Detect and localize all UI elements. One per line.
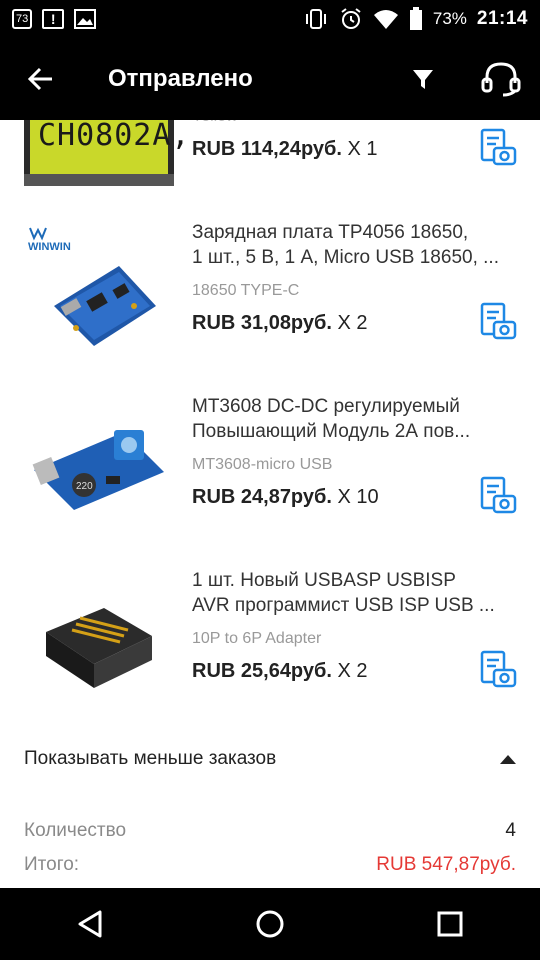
item-title-line: AVR программист USB ISP USB ... bbox=[192, 595, 495, 616]
item-price: RUB 25,64руб. bbox=[192, 660, 332, 682]
back-button[interactable] bbox=[0, 38, 80, 120]
add-photo-review-button[interactable] bbox=[478, 476, 518, 516]
item-title-line: 1 шт. Новый USBASP USBISP bbox=[192, 570, 456, 591]
product-image bbox=[24, 564, 174, 714]
total-value: RUB 547,87руб. bbox=[376, 854, 516, 875]
arrow-left-icon bbox=[27, 67, 52, 91]
circle-home-icon bbox=[256, 910, 284, 938]
app-toolbar: Отправлено bbox=[0, 38, 540, 120]
item-title: MT3608 DC-DC регулируемый Повышающий Мод… bbox=[192, 394, 517, 444]
item-variant: Yellow bbox=[192, 120, 238, 126]
item-title-line: 1 шт., 5 В, 1 А, Micro USB 18650, ... bbox=[192, 247, 499, 268]
quantity-row: Количество 4 bbox=[24, 820, 516, 842]
product-image: 220 bbox=[24, 390, 174, 540]
item-qty: X 2 bbox=[331, 312, 368, 334]
square-recents-icon bbox=[437, 911, 463, 937]
clock: 21:14 bbox=[476, 8, 528, 29]
item-variant: MT3608-micro USB bbox=[192, 456, 333, 473]
add-photo-review-button[interactable] bbox=[478, 128, 518, 168]
notification-count-icon: 73 bbox=[12, 9, 33, 29]
item-variant: 10P to 6P Adapter bbox=[192, 630, 322, 647]
order-content: CH0802A, Yellow RUB 114,24руб. X 1 WINWI… bbox=[0, 120, 540, 888]
lcd-text: CH0802A, bbox=[38, 120, 191, 153]
item-price-row: RUB 114,24руб. X 1 bbox=[192, 138, 378, 161]
quantity-value: 4 bbox=[505, 820, 516, 841]
item-title: 1 шт. Новый USBASP USBISP AVR программис… bbox=[192, 568, 517, 618]
item-title-line: MT3608 DC-DC регулируемый bbox=[192, 396, 460, 417]
wifi-icon bbox=[373, 10, 398, 29]
item-price-row: RUB 31,08руб. X 2 bbox=[192, 312, 368, 335]
item-variant: 18650 TYPE-C bbox=[192, 282, 300, 299]
product-image: CH0802A, bbox=[24, 120, 190, 186]
quantity-label: Количество bbox=[24, 820, 127, 841]
photo-review-icon bbox=[480, 128, 517, 166]
item-price-row: RUB 24,87руб. X 10 bbox=[192, 486, 379, 509]
item-title-line: Зарядная плата TP4056 18650, bbox=[192, 222, 469, 243]
order-item[interactable]: 1 шт. Новый USBASP USBISP AVR программис… bbox=[0, 564, 540, 738]
item-qty: X 2 bbox=[331, 660, 368, 682]
show-fewer-orders-toggle[interactable]: Показывать меньше заказов bbox=[24, 744, 516, 774]
page-title: Отправлено bbox=[108, 65, 253, 92]
triangle-back-icon bbox=[78, 910, 102, 938]
filter-button[interactable] bbox=[384, 38, 462, 120]
order-item[interactable]: 220 MT3608 DC-DC регулируемый Повышающий… bbox=[0, 390, 540, 564]
total-label: Итого: bbox=[24, 854, 80, 875]
item-title-line: Повышающий Модуль 2А пов... bbox=[192, 421, 471, 442]
alarm-icon bbox=[341, 8, 361, 29]
battery-icon bbox=[409, 7, 422, 30]
alert-notification-icon: ! bbox=[42, 9, 65, 29]
photo-review-icon bbox=[480, 476, 517, 514]
nav-recents-button[interactable] bbox=[410, 888, 490, 960]
product-image: WINWIN bbox=[24, 216, 174, 366]
add-photo-review-button[interactable] bbox=[478, 650, 518, 690]
nav-home-button[interactable] bbox=[230, 888, 310, 960]
headset-icon bbox=[481, 62, 521, 97]
item-qty: X 10 bbox=[331, 486, 379, 508]
system-nav-bar bbox=[0, 888, 540, 960]
item-price-row: RUB 25,64руб. X 2 bbox=[192, 660, 368, 683]
image-notification-icon bbox=[74, 9, 97, 29]
nav-back-button[interactable] bbox=[50, 888, 130, 960]
status-bar: 73 ! 73% 21:14 bbox=[0, 0, 540, 38]
caret-up-icon bbox=[500, 754, 516, 764]
item-price: RUB 31,08руб. bbox=[192, 312, 332, 334]
item-price: RUB 24,87руб. bbox=[192, 486, 332, 508]
support-button[interactable] bbox=[462, 38, 540, 120]
item-title: Зарядная плата TP4056 18650, 1 шт., 5 В,… bbox=[192, 220, 517, 270]
vibrate-icon bbox=[305, 9, 326, 29]
photo-review-icon bbox=[480, 302, 517, 340]
show-fewer-orders-label: Показывать меньше заказов bbox=[24, 748, 277, 769]
add-photo-review-button[interactable] bbox=[478, 302, 518, 342]
filter-icon bbox=[413, 70, 433, 89]
battery-percent: 73% bbox=[432, 9, 467, 28]
inductor-label: 220 bbox=[76, 481, 93, 492]
brand-logo: WINWIN bbox=[28, 241, 71, 253]
item-qty: X 1 bbox=[341, 138, 378, 160]
total-row: Итого: RUB 547,87руб. bbox=[24, 854, 516, 876]
order-item[interactable]: WINWIN Зарядная плата TP4056 18650, 1 шт… bbox=[0, 216, 540, 390]
item-price: RUB 114,24руб. bbox=[192, 138, 342, 160]
photo-review-icon bbox=[480, 650, 517, 688]
